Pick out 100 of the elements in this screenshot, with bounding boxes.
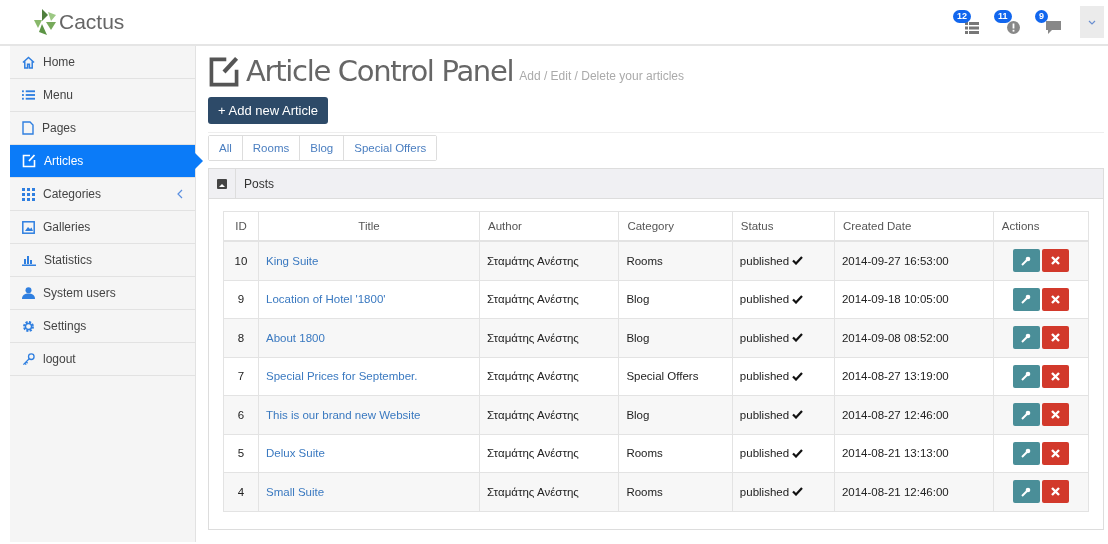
close-icon xyxy=(1050,371,1060,381)
notification-button[interactable]: 11 xyxy=(994,10,1020,34)
delete-button[interactable] xyxy=(1041,364,1069,388)
add-article-button[interactable]: + Add new Article xyxy=(208,97,329,124)
edit-button[interactable] xyxy=(1012,287,1040,311)
notification-button[interactable]: 9 xyxy=(1035,10,1061,34)
table-cell: 2014-09-08 08:52:00 xyxy=(834,318,994,357)
table-cell: 10 xyxy=(223,241,259,280)
notification-button[interactable]: 12 xyxy=(953,10,979,34)
delete-button[interactable] xyxy=(1041,480,1069,504)
wrench-icon xyxy=(1021,371,1032,382)
document-icon xyxy=(22,121,34,135)
sidebar-item[interactable]: Categories xyxy=(10,178,195,211)
status-text: published xyxy=(739,447,790,460)
chevron-down-icon xyxy=(1088,19,1096,25)
delete-button[interactable] xyxy=(1041,441,1069,465)
bar-chart-icon xyxy=(22,254,36,266)
sidebar-label: Statistics xyxy=(44,253,93,267)
article-link[interactable]: About 1800 xyxy=(266,331,325,344)
table-cell: Rooms xyxy=(618,434,733,473)
edit-icon xyxy=(22,154,36,168)
table-cell: 8 xyxy=(223,318,259,357)
sidebar-item[interactable]: Home xyxy=(10,46,195,79)
edit-button[interactable] xyxy=(1012,480,1040,504)
list-icon xyxy=(22,89,35,101)
table-cell: Special Offers xyxy=(618,357,733,396)
image-icon xyxy=(217,178,227,189)
table-cell: Σταμάτης Ανέστης xyxy=(479,280,619,319)
table-cell: 2014-08-21 12:46:00 xyxy=(834,472,994,511)
wrench-icon xyxy=(1021,409,1032,420)
status-text: published xyxy=(739,408,790,421)
sidebar-item[interactable]: Settings xyxy=(10,310,195,343)
article-link[interactable]: Location of Hotel '1800' xyxy=(266,293,386,306)
article-link[interactable]: King Suite xyxy=(266,254,319,267)
filter-tab[interactable]: All xyxy=(209,136,243,160)
table-cell: 4 xyxy=(223,472,259,511)
wrench-icon xyxy=(1021,332,1032,343)
close-icon xyxy=(1050,294,1060,304)
table-cell: 5 xyxy=(223,434,259,473)
sidebar-item[interactable]: Galleries xyxy=(10,211,195,244)
chat-icon xyxy=(1046,21,1061,34)
wrench-icon xyxy=(1021,255,1032,266)
sidebar-label: logout xyxy=(43,352,77,366)
home-icon xyxy=(22,55,35,69)
panel-title: Posts xyxy=(243,176,274,191)
table-cell: Blog xyxy=(618,318,733,357)
close-icon xyxy=(1050,487,1060,497)
table-cell: Σταμάτης Ανέστης xyxy=(479,357,619,396)
close-icon xyxy=(1050,256,1060,266)
table-cell: Σταμάτης Ανέστης xyxy=(479,472,619,511)
sidebar-item[interactable]: System users xyxy=(10,277,195,310)
wrench-icon xyxy=(1021,486,1032,497)
sidebar-label: System users xyxy=(43,286,117,300)
table-cell: 2014-09-18 10:05:00 xyxy=(834,280,994,319)
edit-button[interactable] xyxy=(1012,403,1040,427)
page-title: Article Control Panel xyxy=(246,54,514,88)
table-cell: 2014-09-27 16:53:00 xyxy=(834,241,994,280)
alert-icon xyxy=(1007,21,1020,34)
count-badge: 11 xyxy=(994,10,1012,23)
table-cell: Σταμάτης Ανέστης xyxy=(479,395,619,434)
status-text: published xyxy=(739,254,790,267)
delete-button[interactable] xyxy=(1041,403,1069,427)
count-badge: 9 xyxy=(1035,10,1048,23)
wrench-icon xyxy=(1021,294,1032,305)
list-icon xyxy=(965,22,979,34)
table-cell: 2014-08-27 13:19:00 xyxy=(834,357,994,396)
delete-button[interactable] xyxy=(1041,249,1069,273)
close-icon xyxy=(1050,333,1060,343)
table-cell: 2014-08-27 12:46:00 xyxy=(834,395,994,434)
close-icon xyxy=(1050,410,1060,420)
user-icon xyxy=(22,287,35,299)
table-cell: Rooms xyxy=(618,472,733,511)
sidebar-label: Settings xyxy=(43,319,88,333)
table-cell: Σταμάτης Ανέστης xyxy=(479,241,619,280)
settings-icon xyxy=(22,319,35,333)
edit-button[interactable] xyxy=(1012,326,1040,350)
key-icon xyxy=(22,352,35,366)
table-cell: 7 xyxy=(223,357,259,396)
sidebar-label: Categories xyxy=(43,187,103,201)
edit-button[interactable] xyxy=(1012,364,1040,388)
sidebar-label: Galleries xyxy=(43,220,92,234)
edit-button[interactable] xyxy=(1012,249,1040,273)
status-text: published xyxy=(739,331,790,344)
logo-text: Cactus xyxy=(59,10,125,34)
count-badge: 12 xyxy=(953,10,971,23)
sidebar-label: Articles xyxy=(44,154,85,168)
table-cell: Σταμάτης Ανέστης xyxy=(479,434,619,473)
sidebar-item[interactable]: Menu xyxy=(10,79,195,112)
logo-icon xyxy=(32,8,58,36)
article-link[interactable]: Delux Suite xyxy=(266,447,325,460)
close-icon xyxy=(1050,448,1060,458)
edit-button[interactable] xyxy=(1012,441,1040,465)
delete-button[interactable] xyxy=(1041,326,1069,350)
table-cell: Blog xyxy=(618,395,733,434)
article-link[interactable]: Small Suite xyxy=(266,485,325,498)
sidebar-item[interactable]: logout xyxy=(10,343,195,376)
delete-button[interactable] xyxy=(1041,287,1069,311)
wrench-icon xyxy=(1021,448,1032,459)
sidebar-item[interactable]: Statistics xyxy=(10,244,195,277)
page-subtitle: Add / Edit / Delete your articles xyxy=(519,69,684,85)
